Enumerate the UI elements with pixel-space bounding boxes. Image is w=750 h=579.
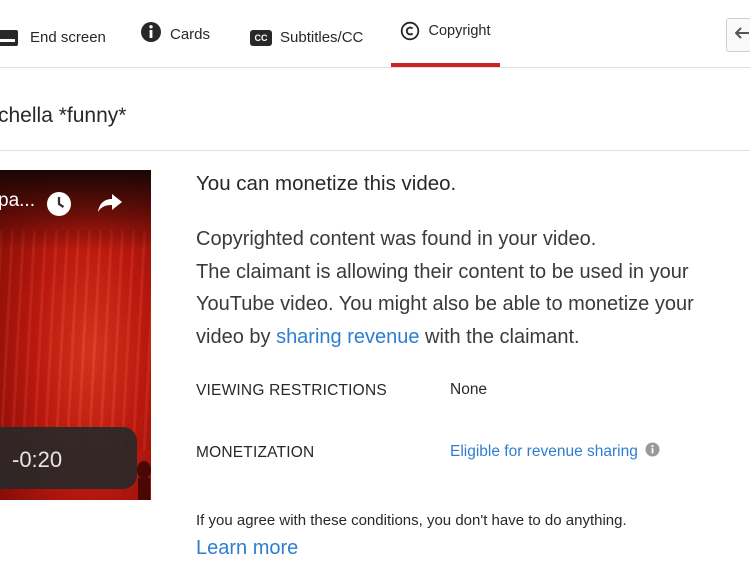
back-button[interactable] — [726, 18, 750, 52]
sharing-revenue-link[interactable]: sharing revenue — [276, 326, 419, 348]
arrow-left-icon — [734, 26, 749, 44]
monetization-value: Eligible for revenue sharing — [450, 442, 660, 462]
tab-subtitles[interactable]: CC Subtitles/CC — [250, 4, 363, 71]
viewing-restrictions-value: None — [450, 381, 488, 398]
description-line-1: Copyrighted content was found in your vi… — [196, 228, 597, 250]
end-screen-icon — [0, 29, 22, 46]
viewing-restrictions-label: VIEWING RESTRICTIONS — [196, 382, 387, 399]
tab-copyright[interactable]: Copyright — [391, 0, 500, 67]
learn-more-link[interactable]: Learn more — [196, 537, 298, 560]
tab-subtitles-label: Subtitles/CC — [280, 29, 364, 46]
info-icon — [140, 21, 162, 43]
video-thumbnail[interactable]: pa... -0:20 — [0, 170, 151, 500]
tab-cards-label: Cards — [170, 26, 211, 43]
video-title: chella *funny* — [0, 104, 127, 127]
share-icon[interactable] — [96, 192, 124, 219]
tab-end-screen[interactable]: End screen — [0, 4, 106, 71]
monetize-heading: You can monetize this video. — [196, 172, 457, 195]
cc-icon: CC — [250, 29, 272, 46]
monetization-label: MONETIZATION — [196, 444, 315, 461]
monetization-status-link[interactable]: Eligible for revenue sharing — [450, 443, 638, 461]
copyright-description: Copyrighted content was found in your vi… — [196, 223, 741, 353]
info-icon[interactable] — [645, 442, 660, 462]
description-line-2-end: with the claimant. — [419, 325, 580, 348]
tab-end-screen-label: End screen — [30, 29, 106, 46]
editor-tab-bar: End screen Cards CC Subtitles/CC Copyrig… — [0, 0, 750, 68]
thumbnail-texture — [0, 230, 151, 450]
cc-icon-text: CC — [254, 32, 268, 43]
tab-cards[interactable]: Cards — [140, 0, 210, 65]
player-video-title: pa... — [0, 190, 35, 211]
active-tab-indicator — [391, 63, 500, 67]
copyright-icon — [400, 21, 420, 41]
tab-copyright-label: Copyright — [428, 22, 491, 39]
agree-conditions-text: If you agree with these conditions, you … — [196, 512, 627, 529]
clock-icon[interactable] — [45, 190, 73, 223]
video-title-row: chella *funny* — [0, 68, 750, 151]
time-remaining: -0:20 — [12, 447, 63, 472]
